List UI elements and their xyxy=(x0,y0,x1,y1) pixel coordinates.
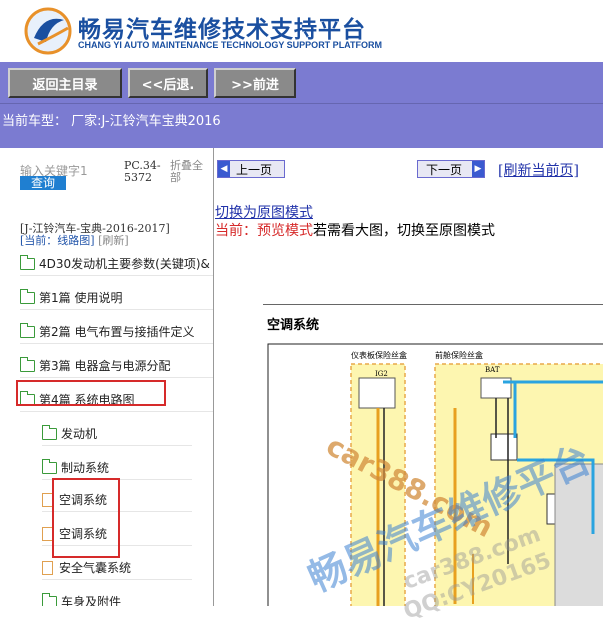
tree-item-label: 第3篇 电器盒与电源分配 xyxy=(39,359,171,373)
tree-item-label: 第1篇 使用说明 xyxy=(39,291,123,305)
tree-item-engine[interactable]: 发动机 xyxy=(41,422,192,446)
refresh-page-link[interactable]: [刷新当前页] xyxy=(498,160,579,180)
tree-item-chapter-1[interactable]: 第1篇 使用说明 xyxy=(19,286,213,310)
tree-item-chapter-3[interactable]: 第3篇 电器盒与电源分配 xyxy=(19,354,213,378)
mode-tip: 若需看大图，切换至原图模式 xyxy=(313,223,495,239)
collapse-all-link[interactable]: 折叠全部 xyxy=(170,160,210,184)
tree-item-label: 4D30发动机主要参数(关键项)& xyxy=(39,257,210,271)
current-section: [当前：线路图] [刷新] xyxy=(20,232,129,248)
diagram-box2-label: 前舱保险丝盒 xyxy=(435,351,483,360)
tree-item-label: 车身及附件 xyxy=(61,595,122,606)
highlight-box xyxy=(16,380,166,406)
current-model-bar: 当前车型： 厂家:J-江铃汽车宝典2016 xyxy=(0,104,603,148)
back-button[interactable]: <<后退. xyxy=(128,68,208,98)
folder-icon xyxy=(41,424,57,440)
diagram-box1-label: 仪表板保险丝盒 xyxy=(351,351,407,360)
tree-item-airbag[interactable]: 安全气囊系统 xyxy=(42,556,192,580)
highlight-box xyxy=(52,478,120,558)
mode-current-label: 当前：预览模式 xyxy=(215,223,313,239)
cy-logo-icon xyxy=(24,7,72,55)
diagram-title: 空调系统 xyxy=(267,318,320,333)
folder-icon xyxy=(19,254,35,270)
home-button[interactable]: 返回主目录 xyxy=(8,68,122,98)
file-icon xyxy=(42,560,53,575)
tree-item-label: 安全气囊系统 xyxy=(59,561,132,575)
current-model-text: 当前车型： 厂家:J-江铃汽车宝典2016 xyxy=(2,114,221,129)
mode-status: 当前：预览模式若需看大图，切换至原图模式 xyxy=(215,220,495,240)
tree-item-label: 制动系统 xyxy=(61,461,110,475)
prev-page-button[interactable]: ◀ 上一页 xyxy=(217,160,285,178)
prev-page-label: 上一页 xyxy=(236,162,273,177)
forward-button[interactable]: >>前进 xyxy=(214,68,296,98)
diagram-bat-label: BAT xyxy=(485,366,500,374)
search-button[interactable]: 查询 xyxy=(20,176,66,190)
pc-code: PC.34-5372 xyxy=(124,159,161,184)
catalog-sidebar: 输入关键字1 查询 PC.34-5372 折叠全部 [J-江铃汽车-宝典-201… xyxy=(0,148,214,606)
tree-item-label: 发动机 xyxy=(61,427,98,441)
brand-subtitle: CHANG YI AUTO MAINTENANCE TECHNOLOGY SUP… xyxy=(78,40,383,50)
content-pane: ◀ 上一页 下一页 ▶ [刷新当前页] 切换为原图模式 当前：预览模式若需看大图… xyxy=(215,148,603,606)
folder-icon xyxy=(19,356,35,372)
current-section-label: [当前：线路图] xyxy=(20,234,95,247)
arrow-right-icon: ▶ xyxy=(472,161,484,177)
nav-bar: 返回主目录 <<后退. >>前进 xyxy=(0,62,603,104)
sidebar-refresh-link[interactable]: [刷新] xyxy=(98,234,129,247)
tree-item-label: 第2篇 电气布置与接插件定义 xyxy=(39,325,195,339)
tree-item-engine-params[interactable]: 4D30发动机主要参数(关键项)& xyxy=(19,252,213,276)
folder-icon xyxy=(41,592,57,606)
brand-title: 畅易汽车维修技术支持平台 xyxy=(78,17,366,43)
folder-icon xyxy=(19,322,35,338)
next-page-label: 下一页 xyxy=(426,162,463,177)
next-page-button[interactable]: 下一页 ▶ xyxy=(417,160,485,178)
tree-item-body[interactable]: 车身及附件 xyxy=(41,590,192,606)
diagram-ig2-label: IG2 xyxy=(375,370,388,378)
app-header: 畅易汽车维修技术支持平台 CHANG YI AUTO MAINTENANCE T… xyxy=(0,0,603,62)
switch-original-mode-link[interactable]: 切换为原图模式 xyxy=(215,202,313,222)
tree-item-brake[interactable]: 制动系统 xyxy=(41,456,192,480)
arrow-left-icon: ◀ xyxy=(218,161,230,177)
wiring-diagram-image[interactable] xyxy=(263,304,603,606)
folder-icon xyxy=(19,288,35,304)
folder-icon xyxy=(41,458,57,474)
tree-item-chapter-2[interactable]: 第2篇 电气布置与接插件定义 xyxy=(19,320,213,344)
